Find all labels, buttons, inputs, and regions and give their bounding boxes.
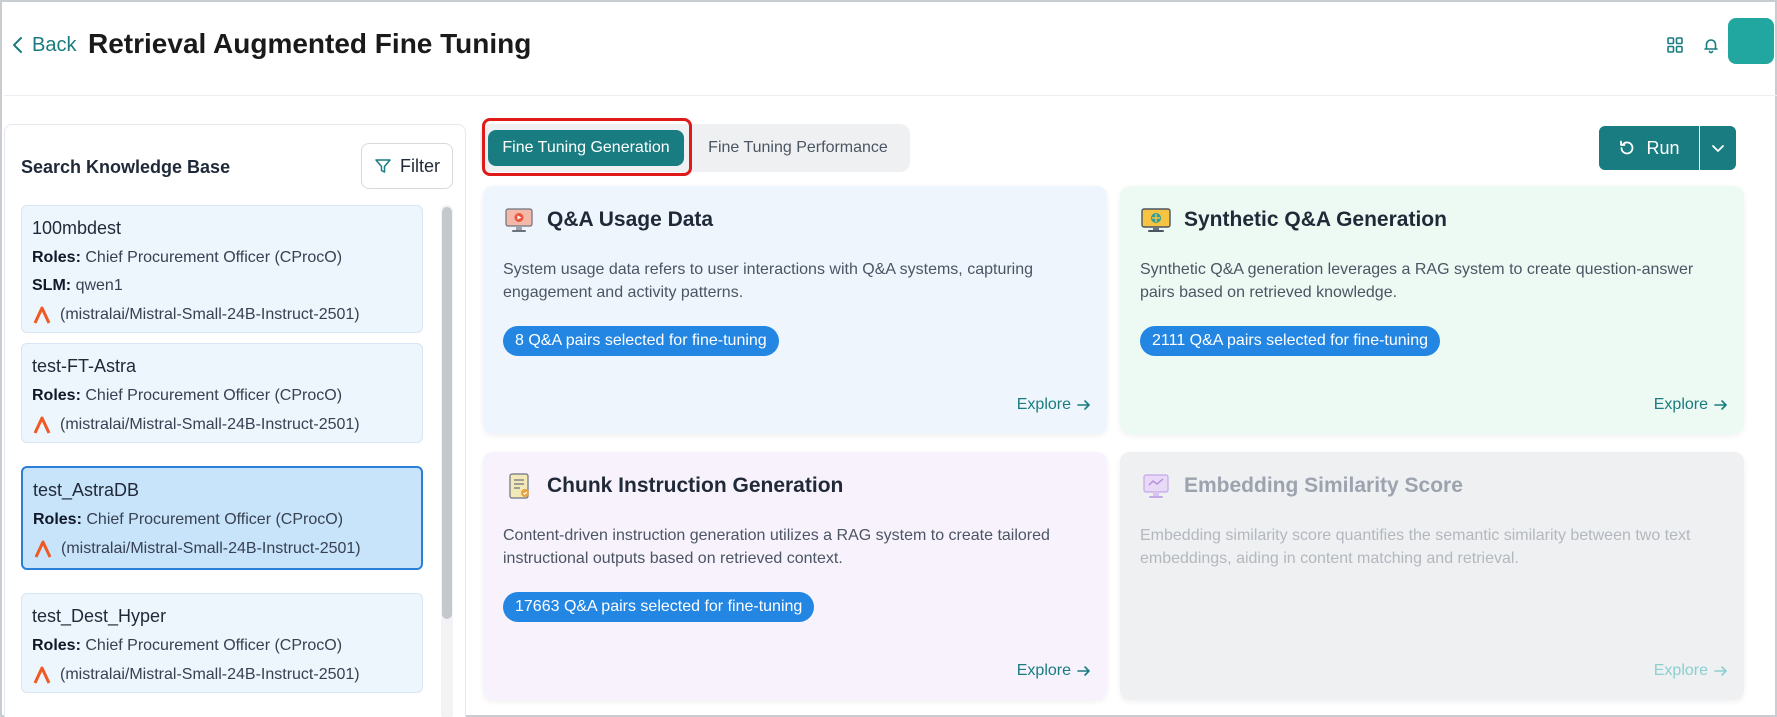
kb-item-test-dest-hyper[interactable]: test_Dest_Hyper Roles: Chief Procurement… xyxy=(21,593,423,693)
fine-tuning-tabs: Fine Tuning Generation Fine Tuning Perfo… xyxy=(480,124,910,172)
card-synthetic-qa-generation: Synthetic Q&A Generation Synthetic Q&A g… xyxy=(1120,186,1744,434)
kb-slm: SLM: qwen1 xyxy=(32,277,412,295)
qa-pairs-badge: 2111 Q&A pairs selected for fine-tuning xyxy=(1140,326,1441,356)
refresh-icon xyxy=(1620,140,1634,155)
mistral-logo-icon xyxy=(33,416,51,434)
qa-pairs-badge: 8 Q&A pairs selected for fine-tuning xyxy=(503,326,779,356)
kb-item-test-astradb[interactable]: test_AstraDB Roles: Chief Procurement Of… xyxy=(21,466,423,570)
explore-label: Explore xyxy=(1653,396,1708,413)
card-title: Embedding Similarity Score xyxy=(1184,474,1463,497)
avatar[interactable] xyxy=(1728,18,1774,64)
qa-pairs-badge: 17663 Q&A pairs selected for fine-tuning xyxy=(503,592,815,622)
back-label: Back xyxy=(32,33,77,56)
back-button[interactable]: Back xyxy=(12,32,76,58)
run-dropdown-button[interactable] xyxy=(1700,126,1736,170)
tab-fine-tuning-performance[interactable]: Fine Tuning Performance xyxy=(696,130,900,166)
page-title: Retrieval Augmented Fine Tuning xyxy=(88,28,532,59)
roles-label: Roles: xyxy=(32,387,81,404)
roles-value: Chief Procurement Officer (CProcO) xyxy=(86,511,344,528)
card-chunk-instruction-generation: Chunk Instruction Generation Content-dri… xyxy=(483,452,1107,700)
card-description: Embedding similarity score quantifies th… xyxy=(1140,527,1691,567)
explore-label: Explore xyxy=(1016,396,1071,413)
card-description: Content-driven instruction generation ut… xyxy=(503,527,1050,567)
mistral-logo-icon xyxy=(34,540,52,558)
card-description: System usage data refers to user interac… xyxy=(503,261,1034,301)
kb-roles: Roles: Chief Procurement Officer (CProcO… xyxy=(32,249,412,267)
app-window: Back Retrieval Augmented Fine Tuning Sea… xyxy=(0,0,1777,717)
roles-value: Chief Procurement Officer (CProcO) xyxy=(85,387,343,404)
mistral-logo-icon xyxy=(33,306,51,324)
model-value: (mistralai/Mistral-Small-24B-Instruct-25… xyxy=(60,416,360,433)
kb-model: (mistralai/Mistral-Small-24B-Instruct-25… xyxy=(32,305,412,325)
run-label: Run xyxy=(1646,137,1680,158)
kb-name: test-FT-Astra xyxy=(32,356,137,376)
arrow-right-icon xyxy=(1077,666,1090,676)
filter-label: Filter xyxy=(400,155,440,176)
card-qa-usage-data: Q&A Usage Data System usage data refers … xyxy=(483,186,1107,434)
kb-roles: Roles: Chief Procurement Officer (CProcO… xyxy=(32,387,412,405)
model-value: (mistralai/Mistral-Small-24B-Instruct-25… xyxy=(60,666,360,683)
kb-name: test_AstraDB xyxy=(33,480,140,500)
run-button[interactable]: Run xyxy=(1599,126,1699,170)
kb-roles: Roles: Chief Procurement Officer (CProcO… xyxy=(32,637,412,655)
ai-monitor-icon xyxy=(1141,208,1171,232)
knowledge-base-sidebar: Search Knowledge Base Filter 100mbdest R… xyxy=(4,124,466,717)
explore-label: Explore xyxy=(1653,662,1708,679)
slm-value: qwen1 xyxy=(75,277,123,294)
kb-model: (mistralai/Mistral-Small-24B-Instruct-25… xyxy=(32,415,412,435)
embedding-monitor-icon xyxy=(1143,474,1169,498)
filter-icon xyxy=(375,159,391,173)
explore-link[interactable]: Explore xyxy=(1017,396,1091,414)
roles-label: Roles: xyxy=(33,511,82,528)
roles-label: Roles: xyxy=(32,249,81,266)
explore-label: Explore xyxy=(1016,662,1071,679)
sidebar-title: Search Knowledge Base xyxy=(21,157,231,177)
chevron-down-icon xyxy=(1712,145,1724,152)
card-title: Synthetic Q&A Generation xyxy=(1184,208,1447,231)
filter-button[interactable]: Filter xyxy=(361,143,453,189)
explore-link[interactable]: Explore xyxy=(1654,396,1728,414)
kb-item-100mbdest[interactable]: 100mbdest Roles: Chief Procurement Offic… xyxy=(21,205,423,333)
roles-value: Chief Procurement Officer (CProcO) xyxy=(85,249,343,266)
arrow-right-icon xyxy=(1077,400,1090,410)
kb-model: (mistralai/Mistral-Small-24B-Instruct-25… xyxy=(33,539,411,559)
arrow-right-icon xyxy=(1714,666,1727,676)
grid-icon[interactable] xyxy=(1664,34,1686,56)
card-title: Chunk Instruction Generation xyxy=(547,474,844,497)
chevron-left-icon xyxy=(13,37,22,53)
kb-name: 100mbdest xyxy=(32,218,122,238)
kb-roles: Roles: Chief Procurement Officer (CProcO… xyxy=(33,511,411,529)
roles-value: Chief Procurement Officer (CProcO) xyxy=(85,637,343,654)
kb-model: (mistralai/Mistral-Small-24B-Instruct-25… xyxy=(32,665,412,685)
model-value: (mistralai/Mistral-Small-24B-Instruct-25… xyxy=(60,306,360,323)
arrow-right-icon xyxy=(1714,400,1727,410)
explore-link[interactable]: Explore xyxy=(1654,662,1728,680)
monitor-icon xyxy=(505,208,533,232)
kb-item-test-ft-astra[interactable]: test-FT-Astra Roles: Chief Procurement O… xyxy=(21,343,423,443)
sidebar-scrollbar-thumb[interactable] xyxy=(442,207,452,619)
model-value: (mistralai/Mistral-Small-24B-Instruct-25… xyxy=(61,540,361,557)
page-header: Back Retrieval Augmented Fine Tuning xyxy=(4,4,1777,96)
bell-icon[interactable] xyxy=(1700,34,1722,56)
explore-link[interactable]: Explore xyxy=(1017,662,1091,680)
kb-name: test_Dest_Hyper xyxy=(32,606,167,626)
roles-label: Roles: xyxy=(32,637,81,654)
document-icon xyxy=(509,473,529,499)
card-description: Synthetic Q&A generation leverages a RAG… xyxy=(1140,261,1694,301)
tab-fine-tuning-generation[interactable]: Fine Tuning Generation xyxy=(488,130,684,166)
mistral-logo-icon xyxy=(33,666,51,684)
slm-label: SLM: xyxy=(32,277,72,294)
card-title: Q&A Usage Data xyxy=(547,208,714,231)
card-embedding-similarity-score: Embedding Similarity Score Embedding sim… xyxy=(1120,452,1744,700)
